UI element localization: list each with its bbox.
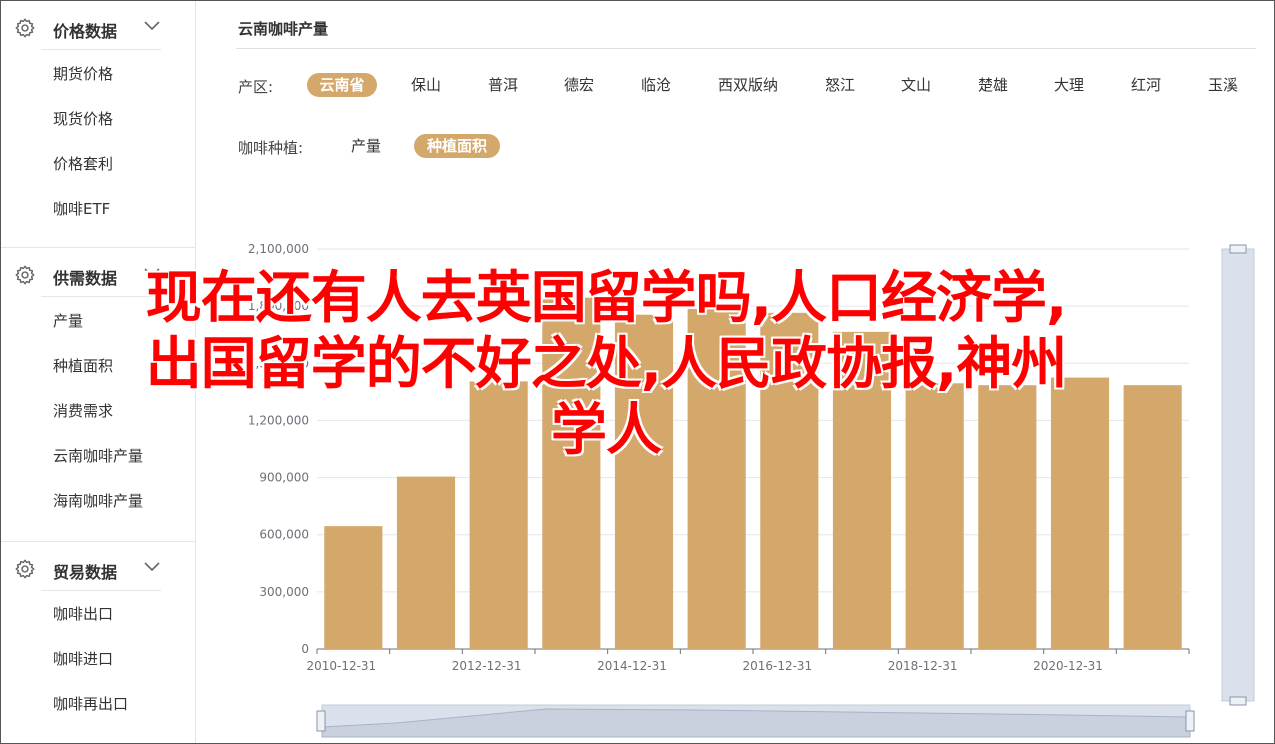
- y-tick-label: 600,000: [259, 528, 309, 542]
- y-tick-label: 1,800,000: [248, 299, 309, 313]
- section-divider: [41, 590, 161, 591]
- slider-handle-bottom[interactable]: [1229, 696, 1247, 706]
- section-title: 贸易数据: [53, 563, 118, 582]
- section-header-0[interactable]: 价格数据: [1, 4, 195, 50]
- sidebar-item[interactable]: 现货价格: [53, 108, 113, 129]
- main-panel: 云南咖啡产量 产区: 云南省 保山 普洱 德宏 临沧 西双版纳 怒江 文山 楚雄 大理 红河 玉溪 咖…: [196, 1, 1274, 743]
- chevron-down-icon[interactable]: [143, 560, 161, 574]
- slider-handle-left[interactable]: [316, 710, 326, 732]
- x-tick-label: 2010-12-31: [306, 659, 376, 673]
- sidebar-item[interactable]: 云南咖啡产量: [53, 445, 143, 466]
- x-tick-label: 2012-12-31: [452, 659, 522, 673]
- sidebar-item[interactable]: 期货价格: [53, 63, 113, 84]
- gear-icon: [15, 559, 35, 579]
- sidebar-item[interactable]: 海南咖啡产量: [53, 490, 143, 511]
- sidebar-item[interactable]: 咖啡进口: [53, 648, 113, 669]
- section-divider: [41, 49, 161, 50]
- vertical-zoom-slider[interactable]: [1221, 248, 1255, 702]
- section-divider: [41, 296, 161, 297]
- bar[interactable]: [469, 381, 528, 649]
- section-header-2[interactable]: 贸易数据: [1, 545, 195, 591]
- y-tick-label: 900,000: [259, 471, 309, 485]
- y-tick-label: 1,500,000: [248, 356, 309, 370]
- x-tick-label: 2018-12-31: [888, 659, 958, 673]
- sidebar: 价格数据期货价格现货价格价格套利咖啡ETF 供需数据产量种植面积消费需求云南咖啡产…: [1, 1, 196, 743]
- sidebar-item[interactable]: 种植面积: [53, 355, 113, 376]
- bar[interactable]: [1123, 385, 1182, 649]
- bar[interactable]: [324, 526, 383, 649]
- slider-handle-top[interactable]: [1229, 244, 1247, 254]
- sidebar-item[interactable]: 咖啡ETF: [53, 198, 110, 219]
- bar[interactable]: [760, 312, 819, 649]
- section-separator: [1, 541, 195, 542]
- gear-icon: [15, 18, 35, 38]
- chevron-down-icon[interactable]: [143, 19, 161, 33]
- x-tick-label: 2016-12-31: [742, 659, 812, 673]
- bar[interactable]: [687, 309, 746, 649]
- bar[interactable]: [1050, 377, 1110, 649]
- gear-icon: [15, 265, 35, 285]
- x-tick-label: 2020-12-31: [1033, 659, 1103, 673]
- sidebar-item[interactable]: 消费需求: [53, 400, 113, 421]
- x-tick-label: 2014-12-31: [597, 659, 667, 673]
- bar[interactable]: [542, 297, 601, 649]
- sidebar-item[interactable]: 产量: [53, 310, 83, 331]
- app-window: 价格数据 期货价格 现货价格 价格套利 咖啡ETF 供需数据 产量 种植面积 消费需求 云南咖啡产…: [0, 0, 1275, 744]
- section-title: 价格数据: [53, 22, 118, 41]
- bar[interactable]: [396, 476, 456, 649]
- y-tick-label: 300,000: [259, 585, 309, 599]
- sidebar-item[interactable]: 价格套利: [53, 153, 113, 174]
- sidebar-item[interactable]: 咖啡再出口: [53, 693, 128, 714]
- bar[interactable]: [978, 385, 1037, 649]
- sidebar-item[interactable]: 咖啡出口: [53, 603, 113, 624]
- section-title: 供需数据: [53, 269, 118, 288]
- bar[interactable]: [614, 314, 674, 649]
- chevron-down-icon[interactable]: [143, 266, 161, 280]
- bar[interactable]: [905, 383, 964, 649]
- y-tick-label: 2,100,000: [248, 242, 309, 256]
- section-header-1[interactable]: 供需数据: [1, 251, 195, 297]
- y-tick-label: 0: [301, 642, 309, 656]
- y-tick-label: 1,200,000: [248, 413, 309, 427]
- slider-handle-right[interactable]: [1185, 710, 1195, 732]
- bar[interactable]: [832, 331, 892, 649]
- section-separator: [1, 247, 195, 248]
- bar-chart: 0 300,000 600,000 900,000 1,200,000 1,500,000…: [248, 242, 1255, 738]
